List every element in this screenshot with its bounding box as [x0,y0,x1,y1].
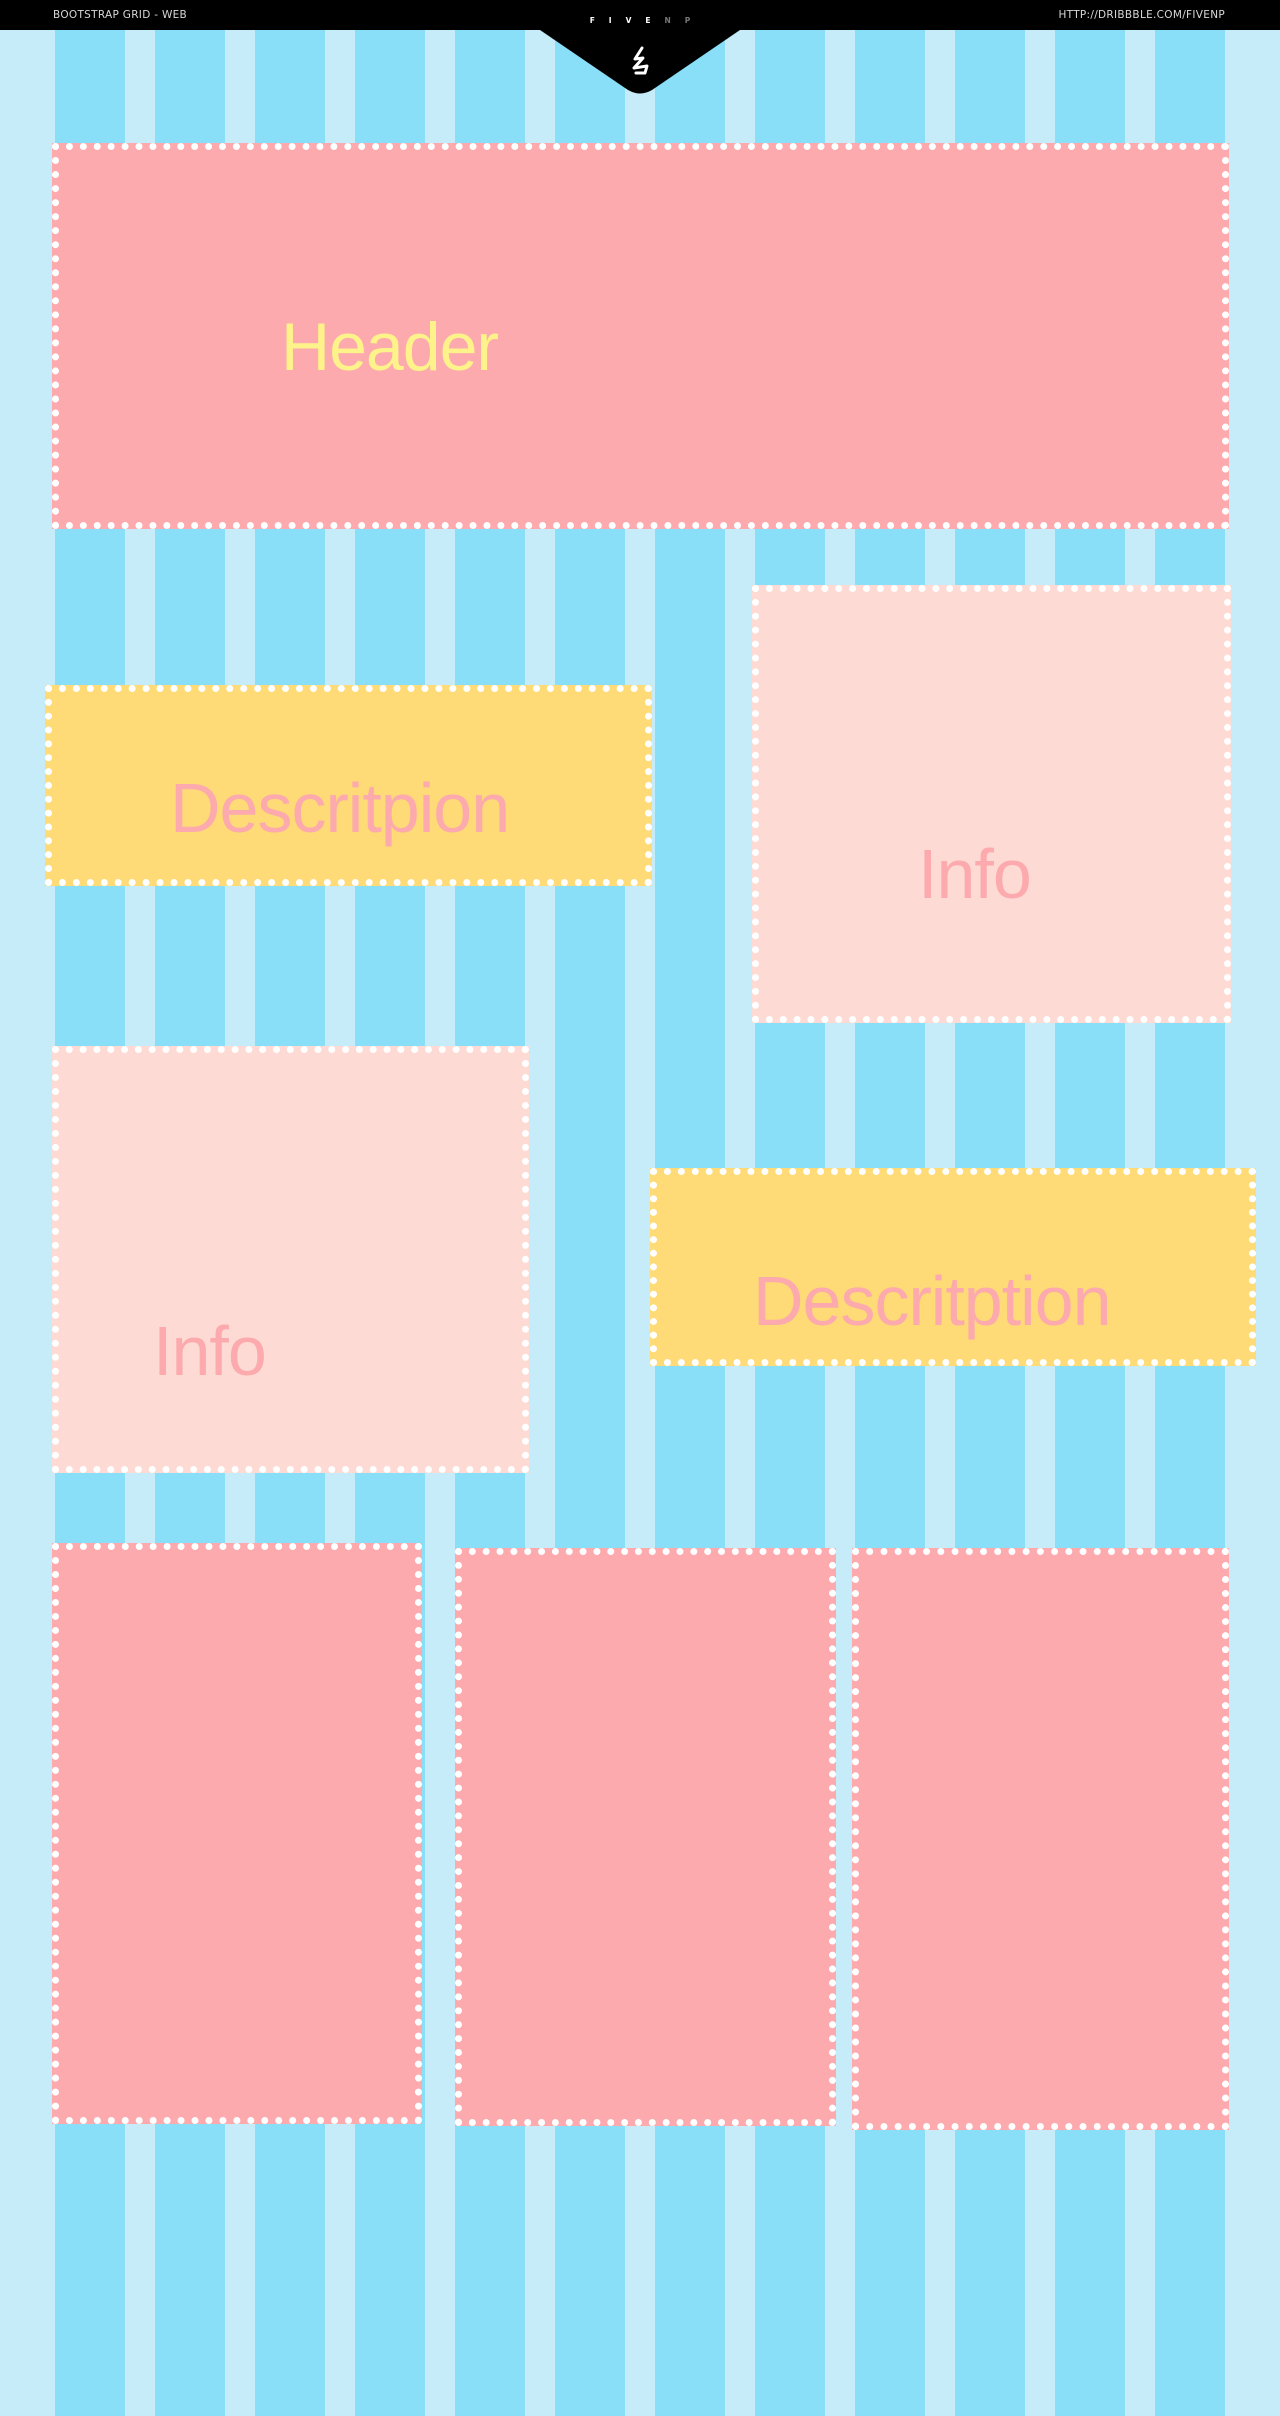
info-block-right: Info [752,585,1231,1023]
description-label-left: Descritpion [170,769,510,847]
description-block-right: Descritption [650,1168,1256,1366]
description-label-right: Descritption [753,1262,1112,1340]
content-block-3 [852,1548,1229,2130]
fivenp-logo-icon [632,46,649,75]
description-block-left: Descritpion [45,685,652,886]
info-block-left: Info [52,1046,529,1473]
brand-wordmark: FIVENP [589,16,705,25]
header-label: Header [281,309,499,385]
logo-tab[interactable]: FIVENP [540,0,740,94]
info-label-left: Info [153,1312,267,1390]
content-block-2 [455,1548,836,2126]
header-block: Header [52,143,1229,529]
page-title: BOOTSTRAP GRID - WEB [53,9,188,21]
dribbble-link[interactable]: HTTP://DRIBBBLE.COM/FIVENP [1058,9,1225,21]
info-label-right: Info [918,835,1032,913]
content-block-1 [52,1543,422,2124]
